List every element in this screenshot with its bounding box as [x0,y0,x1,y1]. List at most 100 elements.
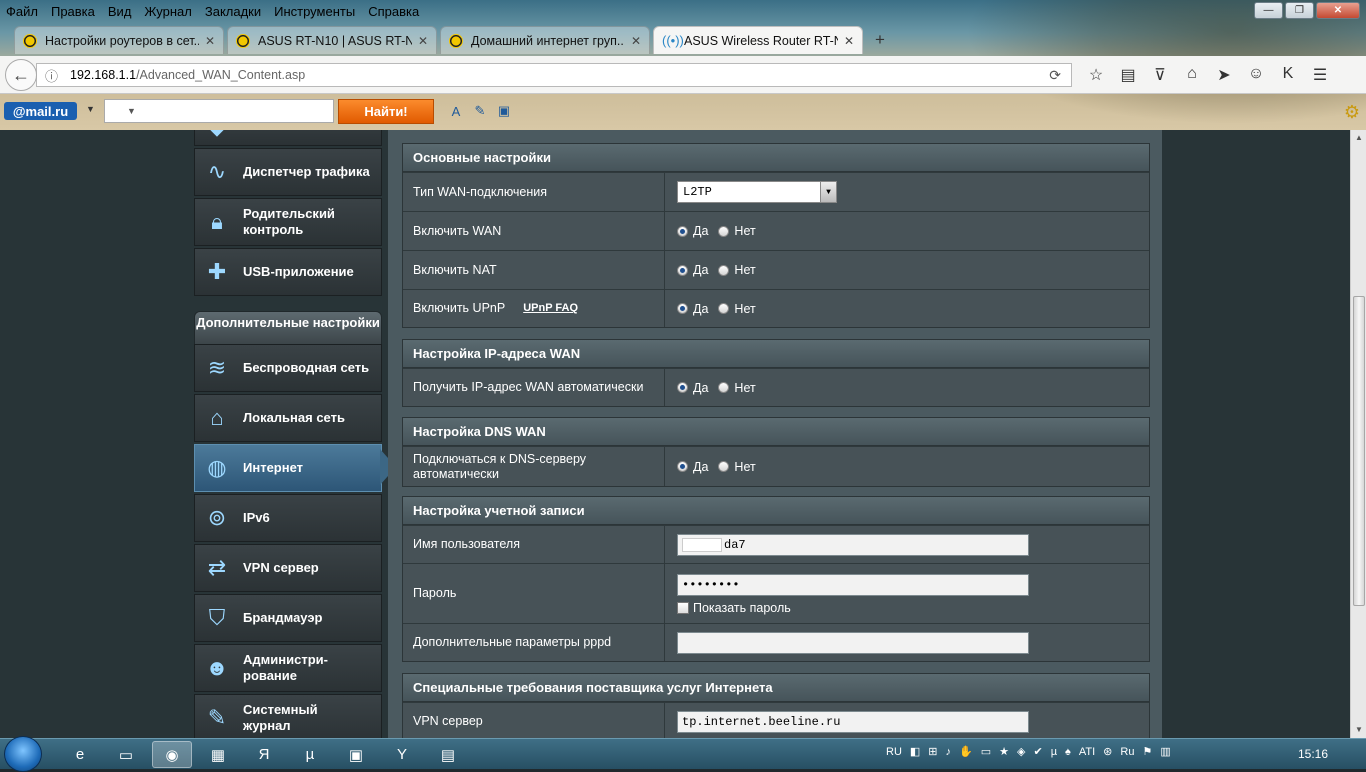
wan-type-select[interactable]: L2TP ▼ [677,181,837,203]
flag-icon[interactable]: ⚑ [1142,745,1152,758]
minimize-icon[interactable]: — [1254,2,1283,19]
menu-bookmarks[interactable]: Закладки [205,4,261,19]
find-button[interactable]: Найти! [338,99,434,124]
tray-icon[interactable]: ◈ [1017,745,1025,758]
page-scrollbar[interactable]: ▲ ▼ [1350,130,1366,738]
ie-icon[interactable]: e [60,741,100,768]
username-input[interactable]: da7 [677,533,1029,556]
reload-icon[interactable]: ⟳ [1049,67,1061,84]
wan-ip-auto-no[interactable]: Нет [718,381,756,395]
menu-edit[interactable]: Правка [51,4,95,19]
sidebar-item-firewall[interactable]: ⛉ Брандмауэр [194,594,382,642]
bookmark-star-icon[interactable]: ☆ [1080,65,1112,85]
dns-auto-yes[interactable]: Да [677,460,708,474]
radio-button[interactable] [718,225,730,237]
language-indicator[interactable]: RU [886,746,902,758]
close-tab-icon[interactable]: ✕ [631,34,641,48]
menu-icon[interactable]: ☰ [1304,65,1336,85]
tray-icon[interactable]: Ru [1120,746,1134,758]
screenshot-icon[interactable]: ▣ [494,101,514,121]
home-icon[interactable]: ⌂ [1176,65,1208,85]
sidebar-item-partial[interactable]: ◆ [194,130,382,146]
radio-button[interactable] [718,264,730,276]
restore-icon[interactable]: ❐ [1285,2,1314,19]
tray-icon[interactable]: ⊛ [1103,745,1112,758]
enable-upnp-no[interactable]: Нет [718,302,756,316]
window-icon[interactable]: ▣ [336,741,376,768]
radio-button[interactable] [718,382,730,393]
upnp-faq-link[interactable]: UPnP FAQ [523,301,578,316]
close-icon[interactable]: ✕ [1316,2,1360,19]
radio-button[interactable] [677,264,688,276]
menu-tools[interactable]: Инструменты [274,4,355,19]
radio-button[interactable] [677,303,688,314]
tab-routers-settings[interactable]: Настройки роутеров в сет... ✕ [14,26,224,54]
addon-k-icon[interactable]: K [1272,65,1304,85]
mailru-search-input[interactable]: ▼ [104,99,334,123]
enable-nat-yes[interactable]: Да [677,263,708,277]
clock[interactable]: 15:16 [1298,747,1328,761]
excel-icon[interactable]: ▦ [198,741,238,768]
tab-home-internet[interactable]: Домашний интернет груп... ✕ [440,26,650,54]
radio-button[interactable] [718,303,730,314]
sidebar-item-traffic[interactable]: ∿ Диспетчер трафика [194,148,382,196]
torrent-icon[interactable]: µ [290,741,330,768]
sidebar-item-admin[interactable]: ☻ Администри-рование [194,644,382,692]
chevron-down-icon[interactable]: ▼ [86,104,95,114]
start-button[interactable] [4,736,42,772]
radio-button[interactable] [677,461,688,472]
wan-ip-auto-yes[interactable]: Да [677,381,708,395]
sidebar-item-internet[interactable]: ◍ Интернет [194,444,382,492]
remote-icon[interactable]: ▤ [428,741,468,768]
sidebar-item-parental[interactable]: 🔒︎ Родительский контроль [194,198,382,246]
tray-icon[interactable]: ATI [1079,746,1095,758]
font-icon[interactable]: A [446,101,466,121]
radio-button[interactable] [677,225,688,237]
scroll-down-icon[interactable]: ▼ [1351,722,1366,738]
sidebar-item-wireless[interactable]: ≋ Беспроводная сеть [194,344,382,392]
vpn-server-input[interactable]: tp.internet.beeline.ru [677,710,1029,733]
tray-icon[interactable]: ▭ [981,745,991,758]
dns-auto-no[interactable]: Нет [718,460,756,474]
radio-button[interactable] [718,461,730,472]
scroll-thumb[interactable] [1353,296,1365,606]
sidebar-item-syslog[interactable]: ✎ Системный журнал [194,694,382,738]
close-tab-icon[interactable]: ✕ [844,34,854,48]
tray-icon[interactable]: ✔ [1033,745,1042,758]
show-password-checkbox[interactable] [677,602,689,614]
highlighter-icon[interactable]: ✎ [470,101,490,121]
yandex-browser-icon[interactable]: Y [382,741,422,768]
tray-icon[interactable]: ♠ [1065,746,1071,758]
enable-wan-yes[interactable]: Да [677,224,708,238]
scroll-up-icon[interactable]: ▲ [1351,130,1366,146]
sidebar-item-ipv6[interactable]: ⊚ IPv6 [194,494,382,542]
tab-asus-rt-n10[interactable]: ASUS RT-N10 | ASUS RT-N... ✕ [227,26,437,54]
mailru-logo[interactable]: @mail.ru [4,102,77,120]
enable-wan-no[interactable]: Нет [718,224,756,238]
sidebar-item-lan[interactable]: ⌂ Локальная сеть [194,394,382,442]
firefox-icon[interactable]: ◉ [152,741,192,768]
menu-view[interactable]: Вид [108,4,132,19]
volume-icon[interactable]: ♪ [946,746,952,758]
reading-list-icon[interactable]: ▤ [1112,65,1144,85]
pocket-icon[interactable]: ⊽ [1144,65,1176,85]
menu-file[interactable]: Файл [6,4,38,19]
explorer-icon[interactable]: ▭ [106,741,146,768]
address-bar[interactable]: ⓘ 192.168.1.1/Advanced_WAN_Content.asp ⟳ [36,63,1072,87]
close-tab-icon[interactable]: ✕ [418,34,428,48]
new-tab-button[interactable]: + [866,26,894,54]
enable-upnp-yes[interactable]: Да [677,302,708,316]
password-input[interactable]: •••••••• [677,574,1029,596]
sidebar-item-vpn[interactable]: ⇄ VPN сервер [194,544,382,592]
menu-help[interactable]: Справка [368,4,419,19]
chat-icon[interactable]: ☺ [1240,65,1272,85]
tray-icon[interactable]: µ [1051,746,1057,758]
enable-nat-no[interactable]: Нет [718,263,756,277]
tab-asus-router[interactable]: ((•)) ASUS Wireless Router RT-N... ✕ [653,26,863,54]
tray-icon[interactable]: ★ [999,745,1009,758]
info-icon[interactable]: ⓘ [45,66,58,85]
network-icon[interactable]: ▥ [1160,745,1170,758]
tray-icon[interactable]: ✋ [959,745,973,758]
radio-button[interactable] [677,382,688,393]
close-tab-icon[interactable]: ✕ [205,34,215,48]
